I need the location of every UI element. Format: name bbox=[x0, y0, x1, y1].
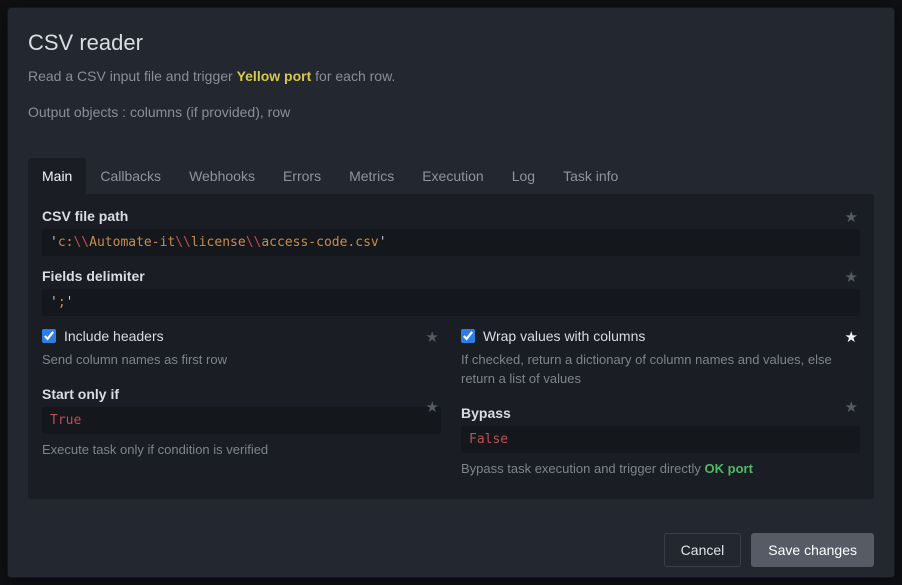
wrap-values-label: Wrap values with columns bbox=[483, 328, 645, 344]
tab-log[interactable]: Log bbox=[498, 158, 549, 194]
subtitle-post: for each row. bbox=[311, 68, 395, 84]
tab-metrics[interactable]: Metrics bbox=[335, 158, 408, 194]
tab-taskinfo[interactable]: Task info bbox=[549, 158, 632, 194]
wrap-values-checkrow: Wrap values with columns bbox=[461, 328, 860, 344]
fields-delimiter-input[interactable]: ';' bbox=[42, 289, 860, 316]
bypass-help-pre: Bypass task execution and trigger direct… bbox=[461, 461, 705, 476]
star-icon[interactable]: ★ bbox=[845, 268, 858, 286]
wrap-values-col: ★ Wrap values with columns If checked, r… bbox=[461, 328, 860, 479]
tab-errors[interactable]: Errors bbox=[269, 158, 335, 194]
include-headers-col: ★ Include headers Send column names as f… bbox=[42, 328, 441, 479]
star-icon[interactable]: ★ bbox=[426, 328, 439, 346]
subtitle-pre: Read a CSV input file and trigger bbox=[28, 68, 237, 84]
star-icon[interactable]: ★ bbox=[845, 398, 858, 416]
start-only-if-help: Execute task only if condition is verifi… bbox=[42, 441, 441, 460]
modal-subtitle: Read a CSV input file and trigger Yellow… bbox=[28, 68, 874, 84]
csv-file-path-input[interactable]: 'c:\\Automate-it\\license\\access-code.c… bbox=[42, 229, 860, 256]
tab-webhooks[interactable]: Webhooks bbox=[175, 158, 269, 194]
start-only-if-input[interactable]: True bbox=[42, 407, 441, 434]
checkbox-row: ★ Include headers Send column names as f… bbox=[42, 328, 860, 479]
modal-title: CSV reader bbox=[28, 30, 874, 56]
csv-file-path-label: CSV file path bbox=[42, 208, 860, 224]
star-icon[interactable]: ★ bbox=[845, 208, 858, 226]
bypass-help: Bypass task execution and trigger direct… bbox=[461, 460, 860, 479]
csv-file-path-field: ★ CSV file path 'c:\\Automate-it\\licens… bbox=[42, 208, 860, 256]
fields-delimiter-label: Fields delimiter bbox=[42, 268, 860, 284]
modal-footer: Cancel Save changes bbox=[8, 519, 894, 585]
tab-execution[interactable]: Execution bbox=[408, 158, 497, 194]
star-icon[interactable]: ★ bbox=[426, 398, 439, 416]
include-headers-help: Send column names as first row bbox=[42, 351, 441, 370]
modal-dialog: CSV reader Read a CSV input file and tri… bbox=[7, 7, 895, 578]
include-headers-checkbox[interactable] bbox=[42, 329, 56, 343]
tab-main[interactable]: Main bbox=[28, 158, 86, 194]
include-headers-checkrow: Include headers bbox=[42, 328, 441, 344]
wrap-values-checkbox[interactable] bbox=[461, 329, 475, 343]
tab-content-main: ★ CSV file path 'c:\\Automate-it\\licens… bbox=[28, 194, 874, 499]
star-icon[interactable]: ★ bbox=[845, 328, 858, 346]
ok-port-label: OK port bbox=[705, 461, 753, 476]
bypass-label: Bypass bbox=[461, 405, 860, 421]
include-headers-label: Include headers bbox=[64, 328, 164, 344]
tabs: Main Callbacks Webhooks Errors Metrics E… bbox=[28, 158, 874, 194]
fields-delimiter-field: ★ Fields delimiter ';' bbox=[42, 268, 860, 316]
modal-header: CSV reader Read a CSV input file and tri… bbox=[8, 8, 894, 128]
start-only-if-label: Start only if bbox=[42, 386, 441, 402]
output-objects-line: Output objects : columns (if provided), … bbox=[28, 104, 874, 120]
yellow-port-label: Yellow port bbox=[237, 68, 312, 84]
wrap-values-help: If checked, return a dictionary of colum… bbox=[461, 351, 860, 389]
save-changes-button[interactable]: Save changes bbox=[751, 533, 874, 567]
tab-callbacks[interactable]: Callbacks bbox=[86, 158, 175, 194]
bypass-input[interactable]: False bbox=[461, 426, 860, 453]
cancel-button[interactable]: Cancel bbox=[664, 533, 742, 567]
